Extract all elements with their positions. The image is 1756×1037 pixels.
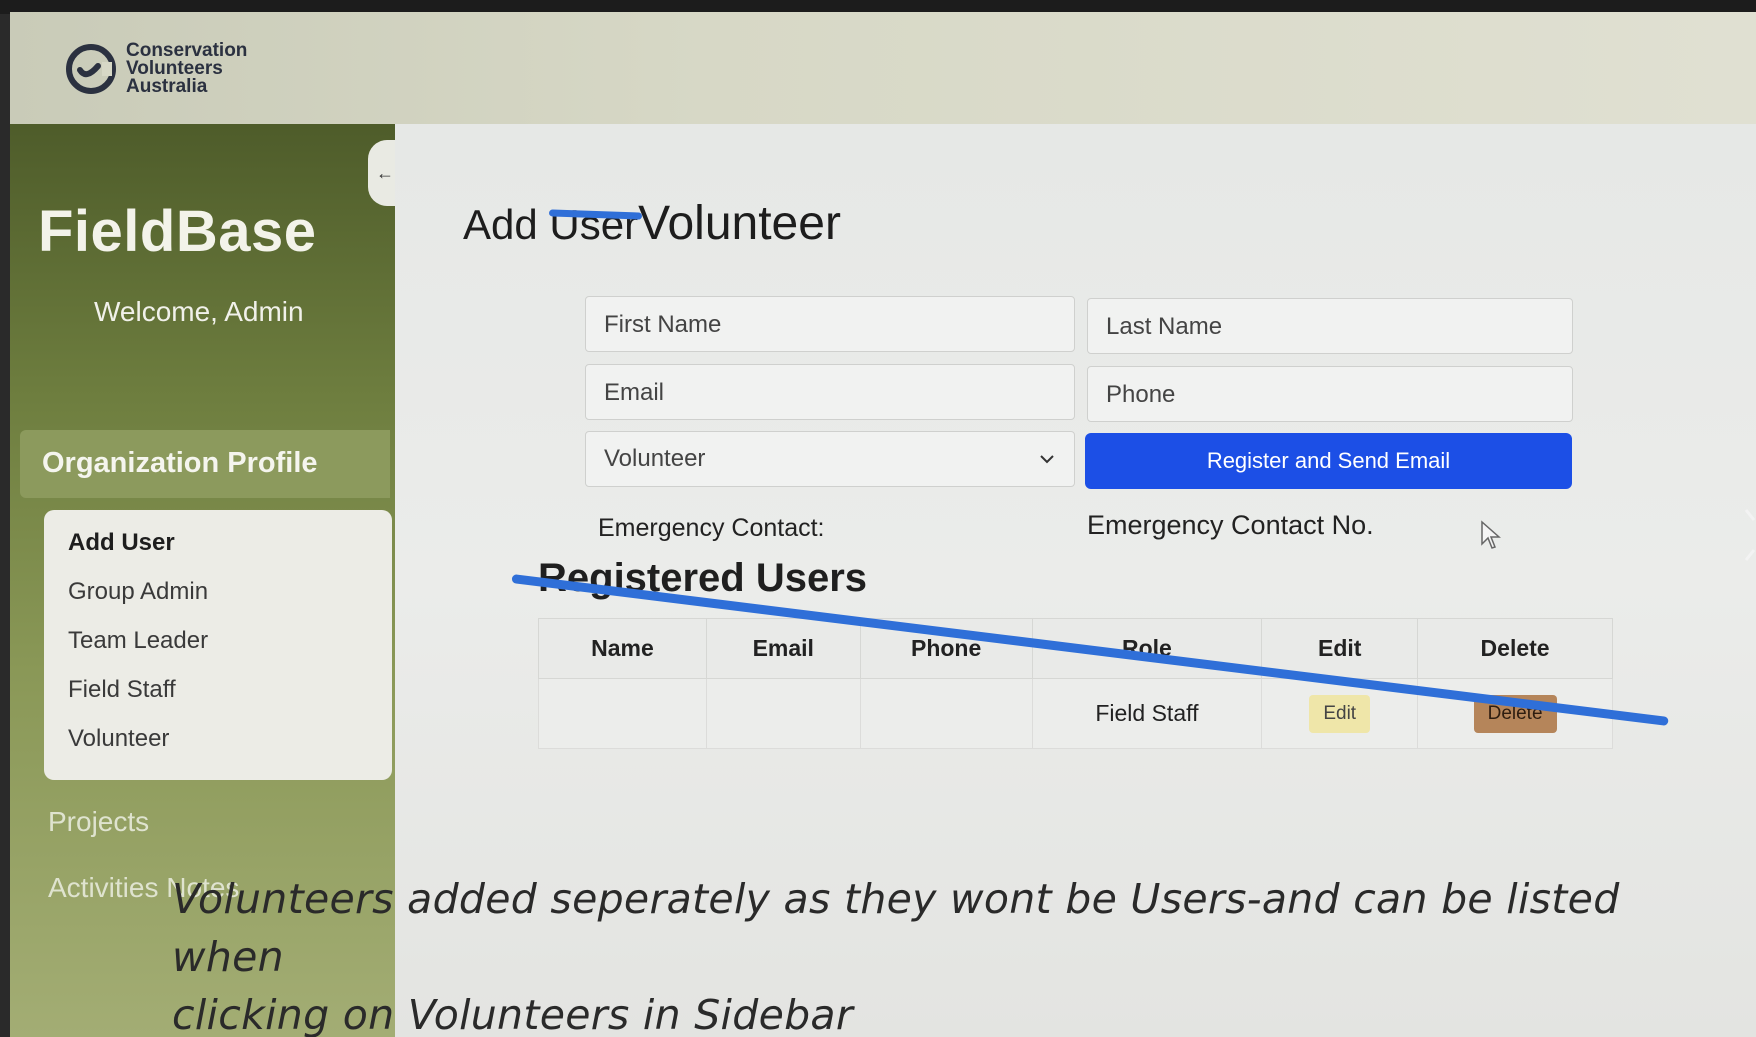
app-header: Conservation Volunteers Australia: [10, 12, 1756, 124]
sidebar-item-team-leader[interactable]: Team Leader: [44, 626, 392, 675]
title-prefix: Add: [463, 201, 538, 248]
edit-button[interactable]: Edit: [1309, 694, 1371, 733]
mouse-cursor-icon: [1481, 520, 1501, 549]
sidebar-item-group-admin[interactable]: Group Admin: [44, 577, 392, 626]
page-title: Add User Volunteer: [463, 196, 841, 251]
phone-input[interactable]: Phone: [1087, 366, 1573, 422]
annotation-line-2: clicking on Volunteers in Sidebar: [172, 991, 853, 1037]
sidebar-item-field-staff[interactable]: Field Staff: [44, 675, 392, 724]
sidebar-item-add-user[interactable]: Add User: [44, 528, 392, 577]
logo-line-3: Australia: [126, 76, 208, 97]
cell-email: [705, 678, 861, 749]
emergency-contact-label: Emergency Contact:: [598, 514, 825, 542]
register-send-email-button[interactable]: Register and Send Email: [1085, 433, 1572, 489]
handwritten-annotation: Volunteers added seperately as they wont…: [172, 870, 1732, 1037]
last-name-input[interactable]: Last Name: [1087, 298, 1573, 354]
chevron-down-icon: [1040, 455, 1054, 464]
role-select[interactable]: Volunteer: [585, 431, 1075, 487]
column-header-email: Email: [705, 618, 861, 679]
logo-text: Conservation Volunteers Australia: [126, 41, 247, 97]
brand-title: FieldBase: [38, 199, 317, 264]
welcome-text: Welcome, Admin: [94, 296, 304, 327]
sidebar-section-organization-profile[interactable]: Organization Profile: [20, 430, 390, 498]
cell-name: [538, 678, 707, 749]
first-name-input[interactable]: First Name: [585, 296, 1075, 352]
sidebar-item-volunteer[interactable]: Volunteer: [44, 724, 392, 773]
registered-users-table: Name Email Phone Role Edit Delete Field …: [538, 618, 1613, 749]
cva-logo-icon: [66, 44, 116, 94]
sidebar-link-projects[interactable]: Projects: [48, 806, 149, 838]
cell-phone: [859, 678, 1033, 749]
role-select-value: Volunteer: [604, 445, 706, 472]
registered-users-title: Registered Users: [538, 556, 868, 600]
sidebar-submenu: Add User Group Admin Team Leader Field S…: [44, 510, 392, 780]
emergency-contact-no-label: Emergency Contact No.: [1087, 510, 1374, 540]
cell-role: Field Staff: [1031, 678, 1263, 749]
title-struck-word: User: [549, 201, 639, 248]
logo[interactable]: Conservation Volunteers Australia: [66, 41, 247, 97]
column-header-name: Name: [538, 618, 707, 679]
chevron-right-icon: [1744, 509, 1756, 561]
title-new-word: Volunteer: [638, 197, 841, 250]
annotation-line-1: Volunteers added seperately as they wont…: [172, 875, 1620, 981]
arrow-left-icon: ←: [376, 162, 394, 183]
table-row: Field Staff Edit Delete: [538, 678, 1613, 749]
email-input[interactable]: Email: [585, 364, 1075, 420]
column-header-delete: Delete: [1417, 618, 1613, 679]
